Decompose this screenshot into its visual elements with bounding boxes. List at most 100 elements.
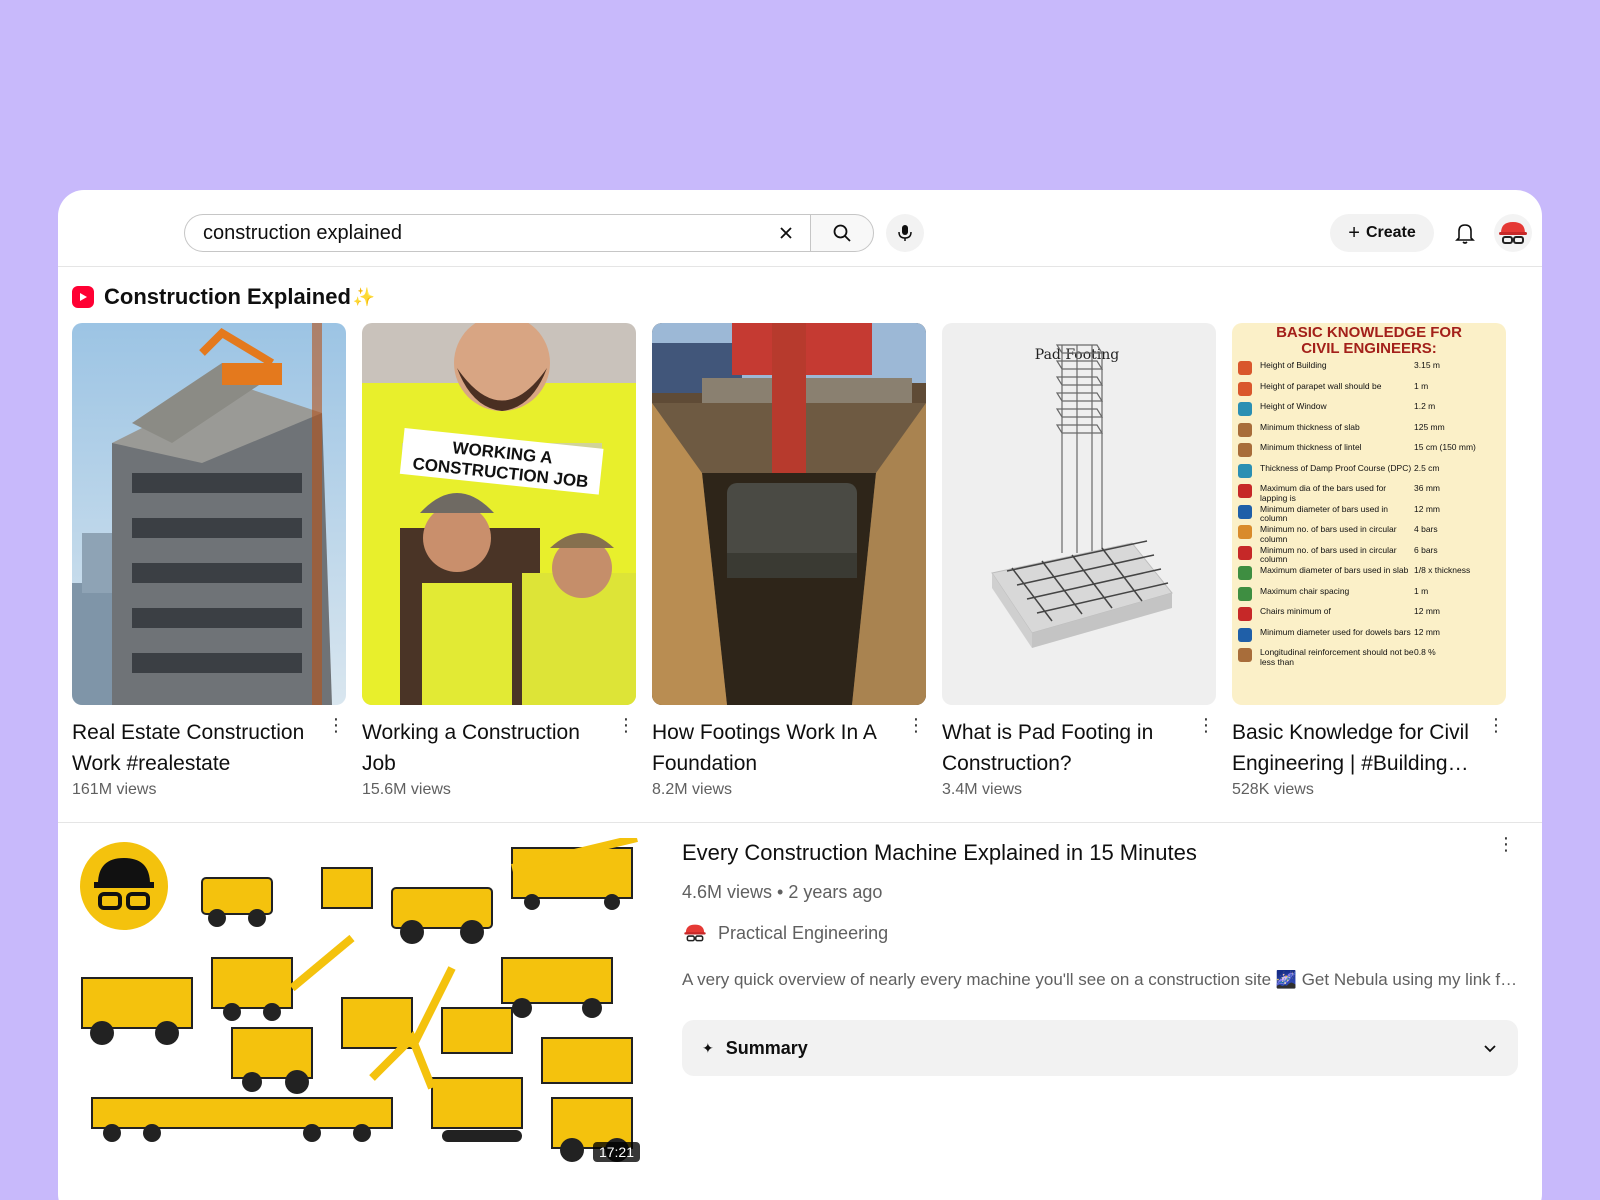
- short-title[interactable]: Basic Knowledge for Civil Engineering | …: [1232, 717, 1476, 779]
- card-row-label: Minimum diameter of bars used in column: [1260, 504, 1389, 523]
- building-demolition-image: [72, 323, 346, 705]
- card-row-label: Chairs minimum of: [1260, 607, 1331, 616]
- card-row-value: 6 bars: [1414, 545, 1438, 555]
- short-title[interactable]: Working a Construction Job: [362, 717, 606, 779]
- card-row-icon: [1238, 566, 1252, 580]
- card-row-value: 4 bars: [1414, 525, 1438, 534]
- channel-link[interactable]: Practical Engineering: [682, 920, 888, 946]
- card-row-icon: [1238, 504, 1252, 519]
- voice-search-button[interactable]: [886, 214, 924, 252]
- card-heading-1: BASIC KNOWLEDGE FOR: [1276, 324, 1462, 341]
- card-row-value: 125 mm: [1414, 422, 1445, 432]
- card-row-value: 1/8 x thickness: [1414, 566, 1471, 575]
- short-thumbnail[interactable]: [652, 323, 926, 705]
- card-row-label: Minimum thickness of slab: [1260, 422, 1360, 432]
- shelf-header: Construction Explained ✨: [72, 282, 375, 312]
- short-thumbnail[interactable]: WORKING A CONSTRUCTION JOB: [362, 323, 636, 705]
- card-row-label: Maximum diameter of bars used in slab: [1260, 566, 1409, 575]
- card-row-label: Height of Window: [1260, 402, 1327, 411]
- short-thumbnail[interactable]: BASIC KNOWLEDGE FOR CIVIL ENGINEERS: Hei…: [1232, 323, 1506, 705]
- card-row-icon: [1238, 381, 1252, 396]
- notifications-button[interactable]: [1446, 214, 1484, 252]
- card-row-label: Thickness of Damp Proof Course (DPC): [1260, 463, 1412, 473]
- card-row: Minimum no. of bars used in circular col…: [1238, 545, 1500, 567]
- plus-icon: +: [1348, 221, 1360, 244]
- card-row-icon: [1238, 607, 1252, 621]
- card-row-value: 12 mm: [1414, 627, 1440, 637]
- card-row-icon: [1238, 525, 1252, 539]
- short-title[interactable]: Real Estate Construction Work #realestat…: [72, 717, 316, 779]
- short-views: 3.4M views: [942, 781, 1023, 798]
- short-views: 15.6M views: [362, 781, 451, 798]
- card-row-value: 15 cm (150 mm): [1414, 443, 1476, 452]
- card-row-label: Minimum thickness of lintel: [1260, 443, 1362, 452]
- hardhat-glasses-avatar-icon: [1499, 222, 1527, 244]
- card-row-label: Minimum diameter used for dowels bars: [1260, 627, 1411, 637]
- card-row-label: Maximum chair spacing: [1260, 586, 1350, 596]
- short-title[interactable]: How Footings Work In A Foundation: [652, 717, 896, 779]
- short-card[interactable]: How Footings Work In A Foundation ⋮ 8.2M…: [652, 323, 926, 798]
- video-title[interactable]: Every Construction Machine Explained in …: [682, 840, 1197, 866]
- card-row: Chairs minimum of 12 mm: [1238, 607, 1500, 628]
- shelf-title: Construction Explained: [104, 284, 351, 309]
- short-card[interactable]: Pad Footing What is Pad Footing in Const…: [942, 323, 1216, 798]
- shorts-row: Real Estate Construction Work #realestat…: [72, 323, 1528, 803]
- card-row: Maximum diameter of bars used in slab 1/8…: [1238, 566, 1500, 587]
- youtube-window: construction explained + Create Construc…: [58, 190, 1542, 1200]
- card-row-icon: [1238, 586, 1252, 601]
- card-row: Minimum diameter used for dowels bars 12 …: [1238, 627, 1500, 649]
- short-card[interactable]: Real Estate Construction Work #realestat…: [72, 323, 346, 798]
- chevron-down-icon: [1484, 1045, 1496, 1053]
- more-options-icon[interactable]: ⋮: [326, 715, 346, 741]
- card-row-icon: [1238, 627, 1252, 642]
- card-heading-2: CIVIL ENGINEERS:: [1301, 340, 1437, 357]
- channel-avatar-icon: [684, 924, 706, 942]
- more-options-icon[interactable]: ⋮: [1496, 834, 1516, 860]
- avatar[interactable]: [1494, 214, 1532, 252]
- microphone-icon: [898, 225, 912, 241]
- summary-label: Summary: [725, 1037, 808, 1058]
- short-thumbnail[interactable]: Pad Footing: [942, 323, 1216, 705]
- search-icon: [833, 224, 851, 242]
- section-divider: [58, 822, 1542, 823]
- short-card[interactable]: WORKING A CONSTRUCTION JOB Working a Con…: [362, 323, 636, 798]
- construction-workers-image: WORKING A CONSTRUCTION JOB: [362, 323, 636, 705]
- card-row: Minimum no. of bars used in circular col…: [1238, 525, 1500, 546]
- card-row-icon: [1238, 422, 1252, 437]
- duration-badge: 17:21: [592, 1142, 640, 1162]
- short-thumbnail[interactable]: [72, 323, 346, 705]
- search-input[interactable]: construction explained: [184, 214, 814, 252]
- search-query[interactable]: construction explained: [203, 222, 768, 245]
- card-row: Thickness of Damp Proof Course (DPC) 2.5 …: [1238, 463, 1500, 485]
- sparkle-icon: ✨: [352, 286, 376, 307]
- bell-icon: [1455, 224, 1475, 244]
- card-row-icon: [1238, 361, 1252, 375]
- pad-footing-diagram-image: Pad Footing: [942, 323, 1216, 705]
- more-options-icon[interactable]: ⋮: [906, 715, 926, 741]
- short-title[interactable]: What is Pad Footing in Construction?: [942, 717, 1186, 779]
- card-row-value: 3.15 m: [1414, 361, 1440, 370]
- create-button[interactable]: + Create: [1330, 214, 1434, 252]
- more-options-icon[interactable]: ⋮: [1196, 715, 1216, 741]
- card-row: Maximum chair spacing 1 m: [1238, 586, 1500, 608]
- card-row-icon: [1238, 402, 1252, 416]
- more-options-icon[interactable]: ⋮: [1486, 715, 1506, 741]
- card-row: Height of parapet wall should be 1 m: [1238, 381, 1500, 403]
- card-row: Height of Window 1.2 m: [1238, 402, 1500, 423]
- card-row-label: Minimum no. of bars used in circular col…: [1260, 525, 1397, 544]
- more-options-icon[interactable]: ⋮: [616, 715, 636, 741]
- search-button[interactable]: [810, 214, 874, 252]
- card-row: Minimum thickness of slab 125 mm: [1238, 422, 1500, 444]
- short-views: 528K views: [1232, 781, 1314, 798]
- short-card[interactable]: BASIC KNOWLEDGE FOR CIVIL ENGINEERS: Hei…: [1232, 323, 1506, 798]
- card-row-value: 2.5 cm: [1414, 463, 1440, 473]
- video-meta: 4.6M views • 2 years ago: [682, 882, 883, 902]
- video-thumbnail[interactable]: 17:21: [72, 838, 648, 1170]
- youtube-shorts-icon: [72, 286, 94, 308]
- card-row-value: 0.8 %: [1414, 648, 1436, 657]
- card-row-icon: [1238, 648, 1252, 662]
- summary-expander[interactable]: ✦ Summary: [682, 1020, 1518, 1076]
- short-views: 8.2M views: [652, 781, 733, 798]
- clear-search-button[interactable]: [768, 215, 804, 251]
- card-row-label: Longitudinal reinforcement should not be…: [1260, 648, 1414, 667]
